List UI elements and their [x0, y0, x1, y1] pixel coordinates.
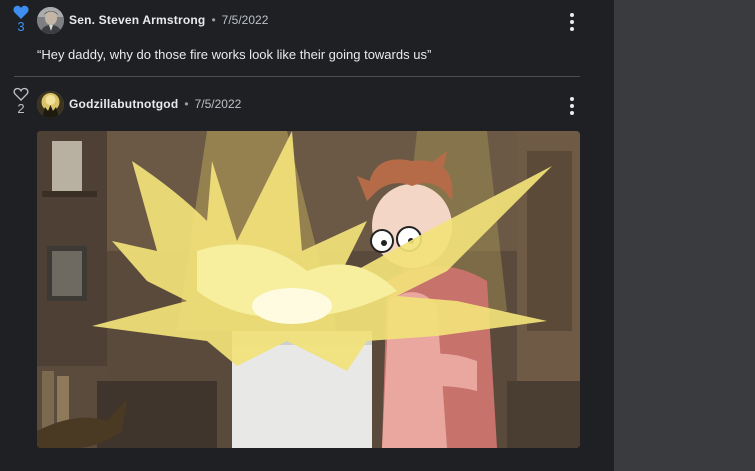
username[interactable]: Godzillabutnotgod [69, 97, 178, 111]
side-panel [614, 0, 755, 471]
comment-meta: Godzillabutnotgod • 7/5/2022 [69, 96, 241, 112]
comment-item: 2 Godzillabutnotgod • 7/5/2022 [0, 77, 614, 471]
kebab-menu-icon[interactable] [564, 13, 580, 31]
like-count: 3 [17, 19, 25, 34]
like-control: 3 [8, 5, 34, 34]
like-control: 2 [8, 87, 34, 116]
kebab-menu-icon[interactable] [564, 97, 580, 115]
heart-outline-icon[interactable] [13, 87, 29, 101]
comment-feed: 3 Sen. Steven Armstrong • 7/5/2022 “Hey … [0, 0, 614, 471]
comment-item: 3 Sen. Steven Armstrong • 7/5/2022 “Hey … [0, 0, 614, 77]
comment-text: “Hey daddy, why do those fire works look… [37, 47, 432, 62]
separator-dot: • [211, 13, 216, 27]
comment-date: 7/5/2022 [221, 13, 269, 27]
comment-meta: Sen. Steven Armstrong • 7/5/2022 [69, 12, 268, 28]
like-count: 2 [17, 101, 25, 116]
comment-date: 7/5/2022 [194, 97, 242, 111]
comment-image[interactable] [37, 131, 580, 448]
avatar[interactable] [37, 91, 64, 118]
username[interactable]: Sen. Steven Armstrong [69, 13, 205, 27]
avatar[interactable] [37, 7, 64, 34]
heart-filled-icon[interactable] [13, 5, 29, 19]
separator-dot: • [184, 97, 189, 111]
